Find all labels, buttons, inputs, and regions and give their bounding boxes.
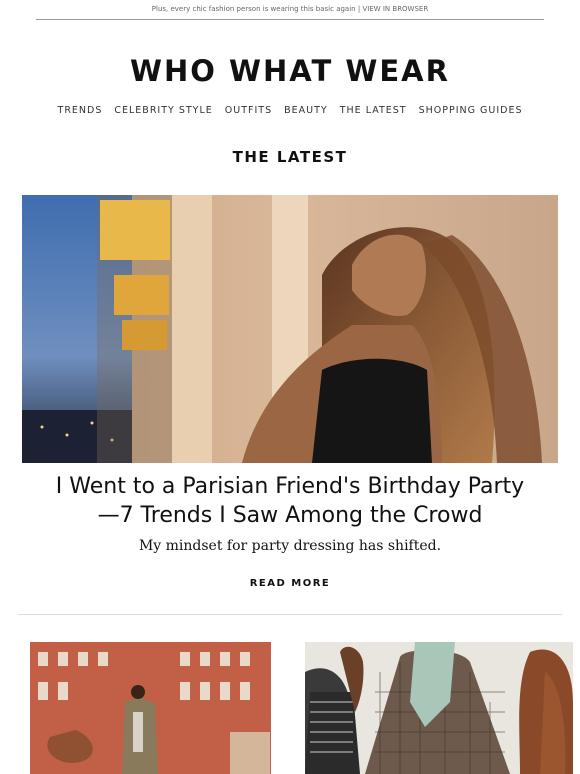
top-divider	[36, 19, 544, 20]
view-in-browser-link[interactable]: VIEW IN BROWSER	[362, 5, 428, 13]
main-nav: TRENDS CELEBRITY STYLE OUTFITS BEAUTY TH…	[0, 105, 580, 116]
hero-photo	[22, 195, 558, 463]
nav-item-the-latest[interactable]: THE LATEST	[340, 105, 407, 116]
preheader-separator: |	[357, 5, 361, 13]
nav-item-celebrity-style[interactable]: CELEBRITY STYLE	[114, 105, 212, 116]
thumbnail-photo-left	[30, 642, 271, 774]
nav-item-outfits[interactable]: OUTFITS	[225, 105, 272, 116]
nav-item-beauty[interactable]: BEAUTY	[284, 105, 328, 116]
headline-line-2: —7 Trends I Saw Among the Crowd	[97, 503, 483, 528]
nav-item-trends[interactable]: TRENDS	[58, 105, 103, 116]
headline-line-1: I Went to a Parisian Friend's Birthday P…	[55, 474, 525, 499]
feature-headline[interactable]: I Went to a Parisian Friend's Birthday P…	[40, 472, 540, 530]
section-divider	[18, 614, 562, 615]
read-more-button[interactable]: READ MORE	[0, 578, 580, 589]
feature-dek: My mindset for party dressing has shifte…	[138, 538, 442, 554]
preheader: Plus, every chic fashion person is weari…	[0, 5, 580, 13]
article-thumbnail-left[interactable]	[30, 642, 271, 774]
preheader-text: Plus, every chic fashion person is weari…	[151, 5, 356, 13]
feature-hero-image[interactable]	[22, 195, 558, 463]
article-thumbnail-right[interactable]	[305, 642, 573, 774]
brand-logo[interactable]: WHO WHAT WEAR	[0, 54, 580, 88]
thumbnail-photo-right	[305, 642, 573, 774]
section-title: THE LATEST	[232, 148, 348, 166]
nav-item-shopping-guides[interactable]: SHOPPING GUIDES	[419, 105, 523, 116]
